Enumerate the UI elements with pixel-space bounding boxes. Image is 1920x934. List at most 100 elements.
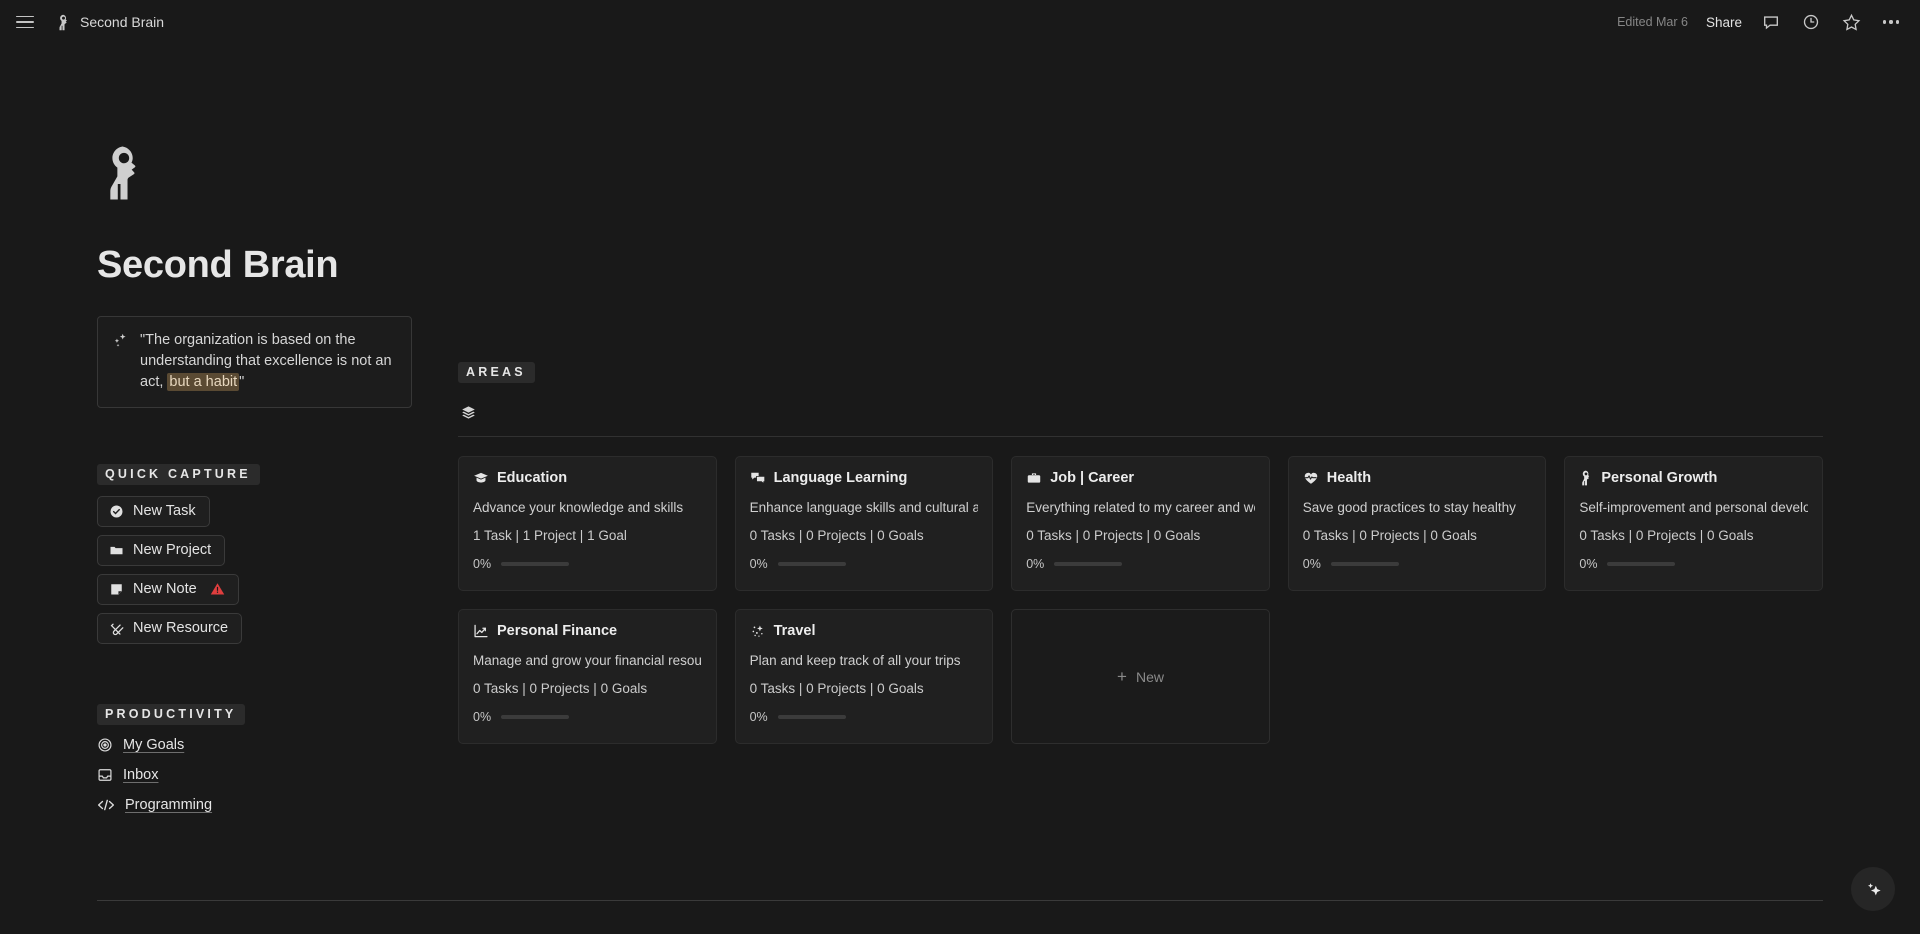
card-stats: 0 Tasks | 0 Projects | 0 Goals [1579,528,1754,543]
folder-icon [109,543,124,558]
quick-capture-heading: QUICK CAPTURE [97,464,260,485]
left-column: Second Brain "The organization is based … [97,144,417,813]
quote-callout[interactable]: "The organization is based on the unders… [97,316,412,408]
more-options-icon[interactable] [1880,11,1902,33]
note-icon [109,582,124,597]
card-description: Save good practices to stay healthy [1302,500,1516,515]
progress-bar [501,562,570,566]
progress-bar [1607,562,1676,566]
programming-label: Programming [125,797,213,813]
card-title: Education [497,470,568,486]
progress-value: 0% [473,557,492,571]
star-icon[interactable] [1840,11,1862,33]
areas-heading: AREAS [458,362,535,383]
ai-assistant-button[interactable] [1851,867,1895,911]
progress-value: 0% [1026,557,1045,571]
page-bottom-divider [97,900,1823,901]
area-card-health[interactable]: Health Save good practices to stay healt… [1287,456,1547,591]
briefcase-icon [1026,470,1042,486]
card-stats: 0 Tasks | 0 Projects | 0 Goals [1302,528,1477,543]
inbox-label: Inbox [123,767,159,783]
area-card-education[interactable]: Education Advance your knowledge and ski… [458,456,717,591]
top-bar: Second Brain Edited Mar 6 Share [0,0,1920,44]
new-task-label: New Task [133,503,196,519]
card-description: Plan and keep track of all your trips [749,653,961,668]
card-progress: 0% [473,557,702,571]
new-note-button[interactable]: New Note [97,574,239,605]
top-bar-actions: Edited Mar 6 Share [1617,11,1902,33]
progress-bar [501,715,570,719]
card-progress: 0% [1303,557,1532,571]
new-task-button[interactable]: New Task [97,496,210,527]
progress-value: 0% [749,710,768,724]
progress-bar [777,562,846,566]
quote-text-after: " [239,374,245,390]
area-card-job-career[interactable]: Job | Career Everything related to my ca… [1011,456,1270,591]
card-description: Advance your knowledge and skills [473,500,684,515]
inbox-tray-icon [97,767,113,783]
my-goals-label: My Goals [123,737,185,753]
layers-stack-icon [461,405,1823,420]
card-header: Language Learning [750,470,979,486]
progress-bar [1054,562,1123,566]
head-keyhole-icon [1579,470,1593,486]
card-title: Personal Growth [1601,470,1718,486]
link-programming[interactable]: Programming [97,797,212,813]
areas-view-switcher[interactable] [458,405,1823,420]
hamburger-menu-icon[interactable] [14,11,36,33]
area-card-travel[interactable]: Travel Plan and keep track of all your t… [734,609,994,744]
speech-bubbles-icon [750,470,766,486]
check-circle-icon [109,504,124,519]
link-inbox[interactable]: Inbox [97,767,158,783]
edited-timestamp: Edited Mar 6 [1617,15,1688,29]
card-title: Personal Finance [497,623,618,639]
card-header: Personal Finance [473,623,702,639]
new-resource-label: New Resource [133,620,229,636]
area-card-personal-finance[interactable]: Personal Finance Manage and grow your fi… [458,609,717,744]
card-progress: 0% [1579,557,1808,571]
area-card-personal-growth[interactable]: Personal Growth Self-improvement and per… [1564,456,1823,591]
new-area-card-button[interactable]: + New [1011,609,1270,744]
quick-capture-section: QUICK CAPTURE New Task New Project New N… [97,464,417,644]
card-stats: 1 Task | 1 Project | 1 Goal [473,528,627,543]
card-header: Personal Growth [1579,470,1808,486]
progress-bar [1330,562,1399,566]
page-content: Second Brain "The organization is based … [0,44,1920,934]
page-icon[interactable] [97,144,151,200]
sparkles-icon [111,332,129,350]
plus-icon: + [1117,667,1127,686]
card-progress: 0% [473,710,702,724]
paperclip-icon [109,621,124,636]
new-project-button[interactable]: New Project [97,535,226,566]
graduation-cap-icon [473,470,489,486]
new-project-label: New Project [133,542,212,558]
card-title: Language Learning [773,470,908,486]
target-icon [97,737,113,753]
card-description: Self-improvement and personal developmen… [1579,500,1808,515]
card-progress: 0% [1026,557,1255,571]
card-title: Job | Career [1050,470,1135,486]
card-title: Travel [773,623,816,639]
chart-trend-icon [473,623,489,639]
card-progress: 0% [750,557,979,571]
card-header: Job | Career [1026,470,1255,486]
card-description: Everything related to my career and work [1026,500,1255,515]
clock-history-icon[interactable] [1800,11,1822,33]
link-my-goals[interactable]: My Goals [97,737,184,753]
page-title: Second Brain [97,244,339,286]
breadcrumb[interactable]: Second Brain [56,14,164,31]
areas-grid: Education Advance your knowledge and ski… [458,456,1823,744]
areas-section: AREAS Education Advance your knowledge a… [458,362,1823,744]
share-button[interactable]: Share [1706,15,1742,30]
productivity-section: PRODUCTIVITY My Goals Inbox Programming [97,704,417,813]
warning-triangle-icon [210,582,225,596]
new-resource-button[interactable]: New Resource [97,613,243,644]
comment-icon[interactable] [1760,11,1782,33]
productivity-heading: PRODUCTIVITY [97,704,246,725]
progress-value: 0% [473,710,492,724]
productivity-list: My Goals Inbox Programming [97,737,417,813]
area-card-language-learning[interactable]: Language Learning Enhance language skill… [734,456,994,591]
workspace-title: Second Brain [80,14,165,30]
heart-pulse-icon [1303,470,1319,486]
card-description: Manage and grow your financial resources [473,653,702,668]
